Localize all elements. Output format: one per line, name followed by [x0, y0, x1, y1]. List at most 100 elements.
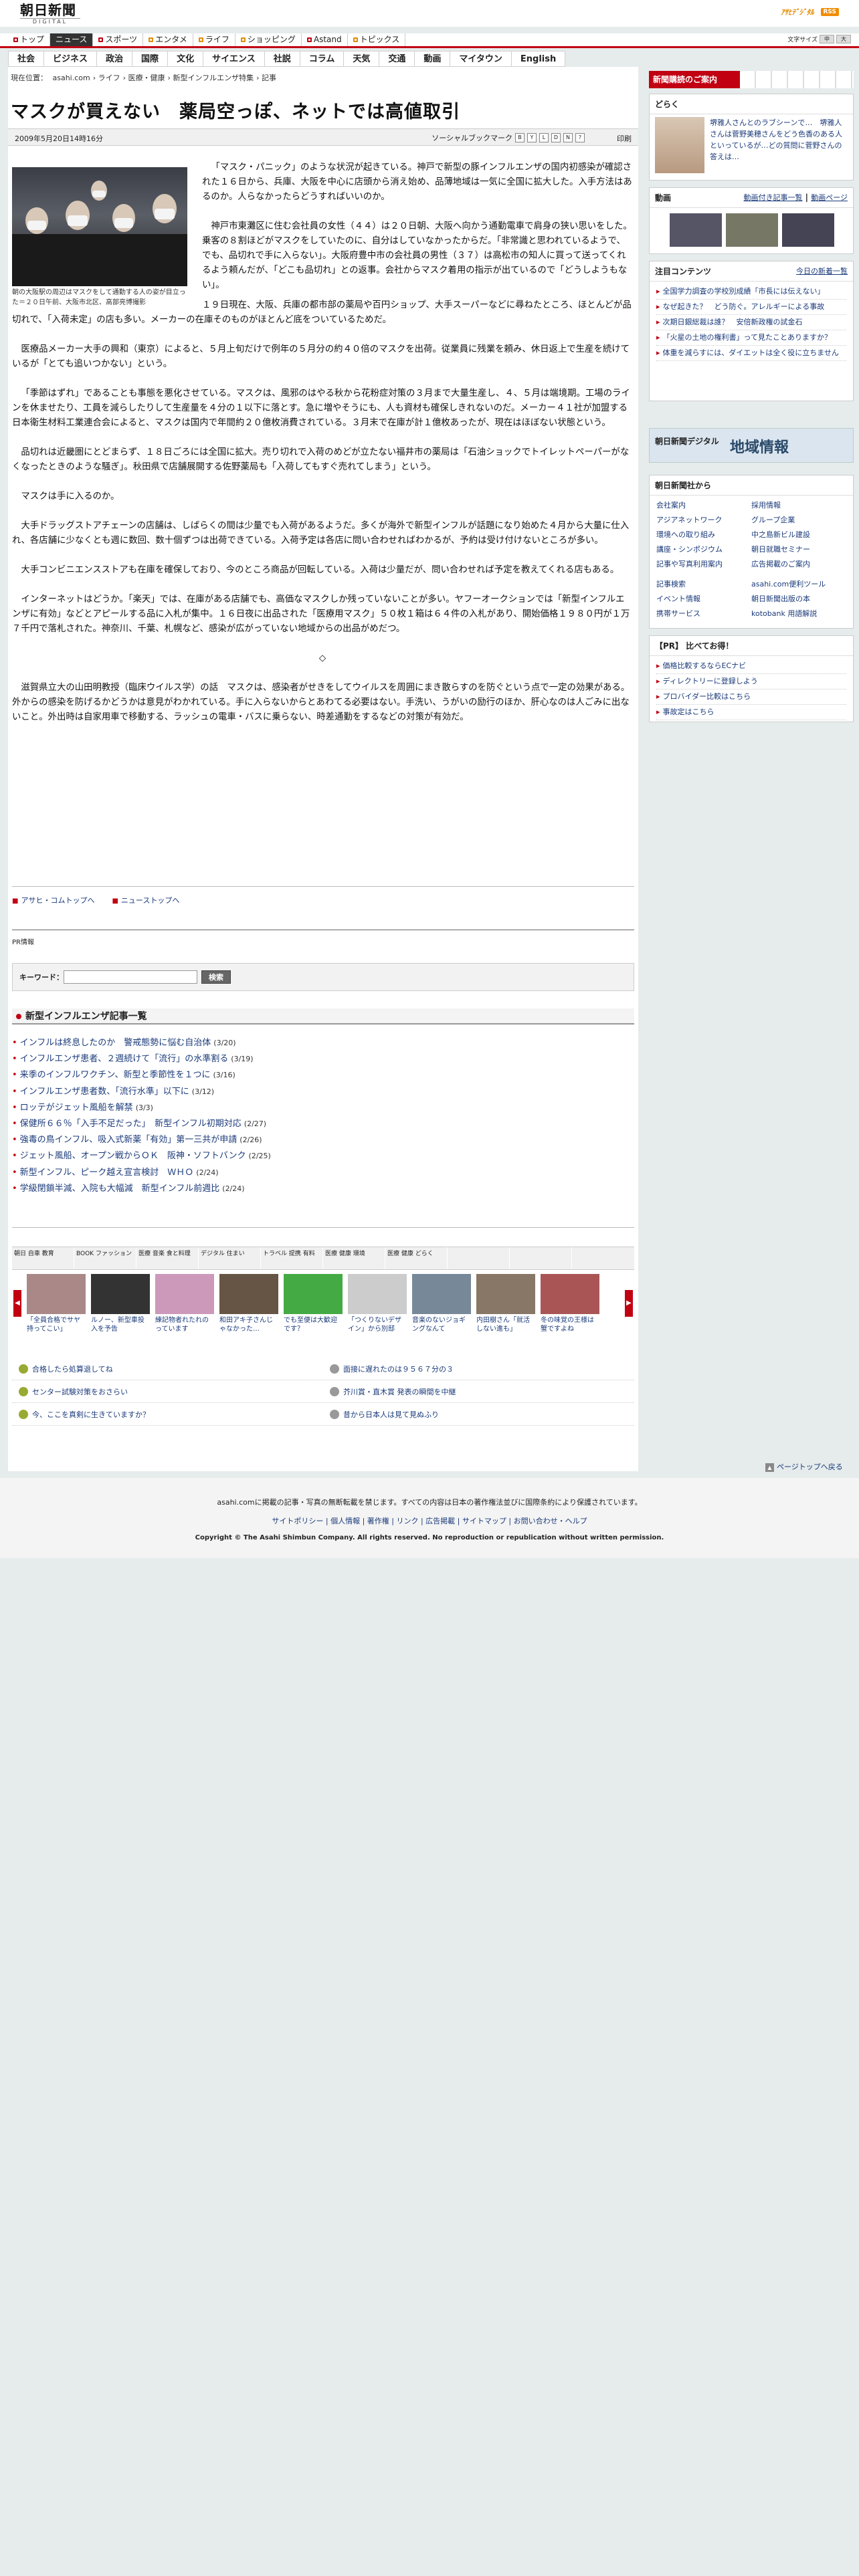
page-top-link[interactable]: ページトップへ戻る: [765, 1461, 843, 1472]
asahi-logo[interactable]: 朝日新聞 DIGITAL: [20, 3, 80, 25]
list-item[interactable]: 強毒の鳥インフル、吸入式新薬「有効」第一三共が申請(2/26): [12, 1132, 634, 1148]
link-asahi-top[interactable]: アサヒ・コムトップへ: [12, 895, 94, 905]
gnav-tab-astand[interactable]: Astand: [302, 33, 348, 46]
featured-link[interactable]: なぜ起きた？ どう防ぐ。アレルギーによる事故: [656, 302, 824, 311]
thumb-caption[interactable]: ルノー、新型車投入を予告: [91, 1316, 150, 1333]
bookmark-icon[interactable]: D: [551, 133, 561, 142]
company-link[interactable]: 携帯サービス: [656, 607, 751, 621]
subnav-tab[interactable]: 社説: [264, 51, 300, 67]
subnav-tab[interactable]: 政治: [97, 51, 133, 67]
pr-link[interactable]: 事故定はこちら: [656, 708, 714, 716]
video-thumb[interactable]: [670, 213, 722, 247]
gnav-tab-shopping[interactable]: ショッピング: [235, 33, 302, 46]
list-item[interactable]: 次期日銀総裁は誰？ 安倍新政権の試金石: [656, 315, 846, 330]
link-news-top[interactable]: ニューストップへ: [112, 895, 179, 905]
news-link[interactable]: 強毒の鳥インフル、吸入式新薬「有効」第一三共が申請: [20, 1135, 237, 1145]
subnav-tab[interactable]: 国際: [132, 51, 169, 67]
carousel-thumb[interactable]: でも至便は大歓迎です？: [284, 1274, 343, 1333]
promo-item[interactable]: 合格したら処算退してね: [12, 1364, 323, 1374]
search-input[interactable]: [64, 970, 197, 984]
gnav-tab-top[interactable]: トップ: [8, 33, 51, 46]
company-link[interactable]: 朝日新聞出版の本: [751, 592, 846, 607]
list-item[interactable]: 保健所６６％「入手不足だった」 新型インフル初期対応(2/27): [12, 1116, 634, 1132]
video-thumb[interactable]: [782, 213, 834, 247]
thumb-caption[interactable]: 練記物者れたれのっています: [155, 1316, 214, 1333]
video-list-link[interactable]: 動画付き記事一覧: [743, 193, 802, 202]
gnav-tab-sports[interactable]: スポーツ: [93, 33, 144, 46]
promo-item[interactable]: 今、ここを真剣に生きていますか？: [12, 1409, 323, 1420]
subnav-tab[interactable]: マイタウン: [450, 51, 512, 67]
carousel-thumb[interactable]: ルノー、新型車投入を予告: [91, 1274, 150, 1333]
gnav-tab-life[interactable]: ライフ: [193, 33, 235, 46]
bookmark-icon[interactable]: L: [539, 133, 549, 142]
news-link[interactable]: 学級閉鎖半減、入院も大幅減 新型インフル前週比: [20, 1184, 220, 1194]
pr-logo[interactable]: ｱｻﾋﾃﾞｼﾞﾀﾙ: [781, 7, 814, 17]
promo-item[interactable]: センター試験対策をおさらい: [12, 1386, 323, 1397]
company-link[interactable]: 広告掲載のご案内: [751, 557, 846, 572]
news-link[interactable]: ロッテがジェット風船を解禁: [20, 1103, 133, 1113]
list-item[interactable]: 全国学力調査の学校別成績「市長には伝えない」: [656, 284, 846, 300]
pr-link[interactable]: ディレクトリーに登録しよう: [656, 677, 758, 685]
list-item[interactable]: プロバイダー比較はこちら: [656, 689, 846, 705]
company-link[interactable]: 記事や写真利用案内: [656, 557, 751, 572]
footer-links[interactable]: サイトポリシー | 個人情報 | 著作権 | リンク | 広告掲載 | サイトマ…: [0, 1515, 859, 1526]
promo-link[interactable]: 合格したら処算退してね: [32, 1364, 113, 1374]
company-link[interactable]: asahi.com便利ツール: [751, 577, 846, 592]
doraku-text[interactable]: 堺雅人さんとのラブシーンで… 堺雅人さんは菅野美穂さんをどう色香のある人といって…: [710, 117, 848, 163]
bookmark-icon[interactable]: N: [563, 133, 573, 142]
promo-item[interactable]: 昔から日本人は見て見ぬふり: [323, 1409, 634, 1420]
carousel-thumb[interactable]: 音楽のないジョギングなんて: [412, 1274, 471, 1333]
subscription-banner[interactable]: 新聞購読のご案内: [649, 71, 854, 88]
list-item[interactable]: ジェット風船、オープン戦からＯＫ 阪神・ソフトバンク(2/25): [12, 1148, 634, 1164]
company-link[interactable]: kotobank 用語解説: [751, 607, 846, 621]
breadcrumb-link[interactable]: asahi.com: [53, 74, 90, 82]
list-item[interactable]: 学級閉鎖半減、入院も大幅減 新型インフル前週比(2/24): [12, 1181, 634, 1197]
list-item[interactable]: 価格比較するならECナビ: [656, 659, 846, 674]
thumb-caption[interactable]: 「つくりないデザイン」から別邸: [348, 1316, 407, 1333]
list-item[interactable]: ディレクトリーに登録しよう: [656, 674, 846, 689]
company-link[interactable]: 記事検索: [656, 577, 751, 592]
subnav-tab[interactable]: 天気: [344, 51, 380, 67]
company-link[interactable]: アジアネットワーク: [656, 513, 751, 528]
carousel-category[interactable]: [510, 1247, 572, 1269]
list-item[interactable]: なぜ起きた？ どう防ぐ。アレルギーによる事故: [656, 300, 846, 315]
promo-link[interactable]: 芥川賞・直木賞 発表の瞬間を中継: [343, 1386, 456, 1397]
company-link[interactable]: 環境への取り組み: [656, 528, 751, 542]
list-item[interactable]: 事故定はこちら: [656, 705, 846, 720]
thumb-caption[interactable]: 冬の味覚の王様は蟹ですよね: [541, 1316, 599, 1333]
region-info-banner[interactable]: 朝日新聞デジタル 地域情報: [649, 428, 854, 463]
breadcrumb-link[interactable]: 医療・健康: [128, 74, 165, 82]
subnav-tab[interactable]: 交通: [379, 51, 415, 67]
subnav-tab[interactable]: 文化: [168, 51, 204, 67]
carousel-prev-button[interactable]: ◀: [13, 1290, 21, 1317]
carousel-category[interactable]: BOOK ファッション: [74, 1247, 136, 1269]
company-link[interactable]: グループ企業: [751, 513, 846, 528]
company-link[interactable]: 中之島新ビル建設: [751, 528, 846, 542]
carousel-category[interactable]: トラベル 提携 有料: [261, 1247, 323, 1269]
featured-link[interactable]: 全国学力調査の学校別成績「市長には伝えない」: [656, 287, 825, 296]
featured-link[interactable]: 次期日銀総裁は誰？ 安倍新政権の試金石: [656, 318, 803, 326]
company-link[interactable]: イベント情報: [656, 592, 751, 607]
promo-link[interactable]: 面接に遅れたのは９５６７分の３: [343, 1364, 454, 1374]
subnav-tab[interactable]: 社会: [8, 51, 45, 67]
search-button[interactable]: 検索: [201, 970, 231, 984]
list-item[interactable]: インフルエンザ患者、２週続けて「流行」の水準割る(3/19): [12, 1051, 634, 1067]
subnav-tab[interactable]: 動画: [415, 51, 451, 67]
promo-item[interactable]: 芥川賞・直木賞 発表の瞬間を中継: [323, 1386, 634, 1397]
carousel-category[interactable]: [448, 1247, 510, 1269]
news-link[interactable]: インフルエンザ患者数、「流行水準」以下に: [20, 1087, 189, 1097]
news-link[interactable]: ジェット風船、オープン戦からＯＫ 阪神・ソフトバンク: [20, 1151, 246, 1161]
thumb-caption[interactable]: 和田アキ子さんじゃなかった…: [219, 1316, 278, 1333]
promo-link[interactable]: センター試験対策をおさらい: [32, 1386, 128, 1397]
carousel-category[interactable]: デジタル 住まい: [199, 1247, 261, 1269]
subnav-tab[interactable]: English: [511, 51, 566, 67]
gnav-tab-topics[interactable]: トピックス: [348, 33, 406, 46]
gnav-tab-news[interactable]: ニュース: [50, 33, 94, 46]
list-item[interactable]: インフルは終息したのか 警戒態勢に悩む自治体(3/20): [12, 1035, 634, 1051]
carousel-thumb[interactable]: 練記物者れたれのっています: [155, 1274, 214, 1333]
carousel-category[interactable]: 医療 健康 どらく: [385, 1247, 448, 1269]
bookmark-icon[interactable]: B: [515, 133, 524, 142]
pr-link[interactable]: プロバイダー比較はこちら: [656, 692, 751, 701]
breadcrumb-link[interactable]: 新型インフルエンザ特集: [173, 74, 254, 82]
bookmark-icon[interactable]: Y: [527, 133, 537, 142]
